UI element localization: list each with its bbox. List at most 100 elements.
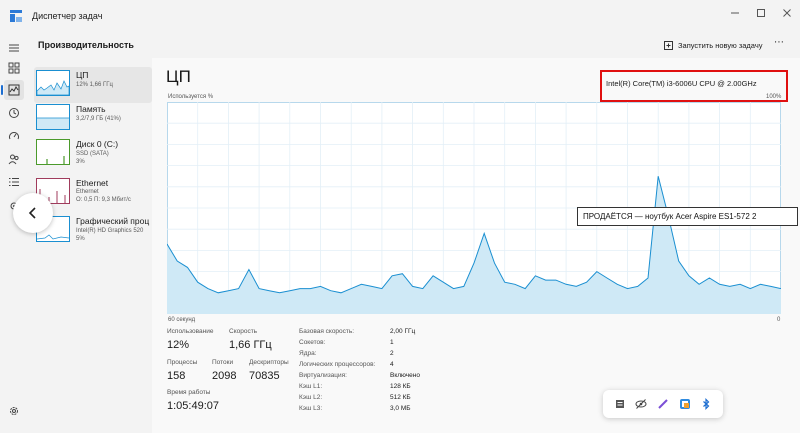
spec-key: Базовая скорость: xyxy=(299,328,355,335)
sidebar-item-detail: Ethernet xyxy=(76,189,99,195)
sidebar-item-detail: 12% 1,66 ГГц xyxy=(76,82,113,88)
sidebar-item-name: Графический проц xyxy=(76,216,150,226)
details-icon xyxy=(9,178,19,186)
spec-key: Виртуализация: xyxy=(299,372,347,379)
uptime-label: Время работы xyxy=(167,389,211,396)
spec-key: Логических процессоров: xyxy=(299,361,376,368)
window-controls xyxy=(722,0,800,32)
startup-icon xyxy=(9,132,19,140)
sidebar-item-detail: SSD (SATA) xyxy=(76,151,109,157)
nav-processes[interactable] xyxy=(4,58,24,78)
spec-key: Кэш L3: xyxy=(299,405,323,412)
sidebar-item-cpu[interactable]: ЦП 12% 1,66 ГГц xyxy=(34,67,152,103)
spec-value: 4 xyxy=(390,361,394,368)
cpu-detail-panel: ЦП Intel(R) Core(TM) i3-6006U CPU @ 2.00… xyxy=(152,58,800,433)
app-history-icon xyxy=(9,108,19,118)
previous-slide-button[interactable] xyxy=(13,193,53,233)
spec-value: 3,0 МБ xyxy=(390,405,411,412)
nav-settings[interactable] xyxy=(4,401,24,421)
snip-icon xyxy=(679,399,690,409)
speed-label: Скорость xyxy=(229,328,258,335)
sidebar-item-name: ЦП xyxy=(76,70,89,80)
hamburger-icon xyxy=(9,44,19,52)
threads-label: Потоки xyxy=(212,359,234,366)
spec-key: Ядра: xyxy=(299,350,317,357)
spec-value: 512 КБ xyxy=(390,394,411,401)
minimize-icon xyxy=(731,12,739,14)
performance-icon xyxy=(8,84,20,96)
close-button[interactable] xyxy=(774,0,800,26)
close-icon xyxy=(783,9,791,17)
title-bar: Диспетчер задач xyxy=(0,0,800,32)
handles-label: Дескрипторы xyxy=(249,359,289,366)
task-manager-app-icon xyxy=(10,10,22,22)
maximize-icon xyxy=(757,9,765,17)
window-title: Диспетчер задач xyxy=(32,11,103,21)
notes-button[interactable] xyxy=(613,397,627,411)
sidebar-item-detail-2: 3% xyxy=(76,159,85,165)
cpu-model-name: Intel(R) Core(TM) i3-6006U CPU @ 2.00GHz xyxy=(606,79,757,88)
run-new-task-button[interactable]: Запустить новую задачу xyxy=(664,38,762,52)
uptime-value: 1:05:49:07 xyxy=(167,400,219,412)
bluetooth-button[interactable] xyxy=(699,397,713,411)
nav-performance[interactable] xyxy=(1,80,24,100)
sidebar-item-detail-2: О: 0,5 П: 9,3 Мбит/с xyxy=(76,197,131,203)
nav-users[interactable] xyxy=(4,149,24,169)
processes-icon xyxy=(8,62,20,74)
nav-details[interactable] xyxy=(4,172,24,192)
notes-icon xyxy=(615,400,624,408)
cpu-thumbnail-graph xyxy=(37,80,69,95)
more-options-button[interactable]: ⋯ xyxy=(774,37,785,48)
snip-button[interactable] xyxy=(678,397,692,411)
sidebar-item-name: Память xyxy=(76,104,106,114)
performance-sidebar: ЦП 12% 1,66 ГГц Память 3,2/7,9 ГБ (41%) … xyxy=(28,58,152,433)
handles-value: 70835 xyxy=(249,370,280,382)
nav-menu-button[interactable] xyxy=(4,38,24,58)
sidebar-item-name: Ethernet xyxy=(76,178,109,188)
speed-value: 1,66 ГГц xyxy=(229,339,272,351)
spec-key: Сокетов: xyxy=(299,339,326,346)
graph-time-label: 60 секунд xyxy=(168,317,196,323)
spec-value: 128 КБ xyxy=(390,383,411,390)
spec-key: Кэш L2: xyxy=(299,394,323,401)
maximize-button[interactable] xyxy=(748,0,774,26)
memory-thumbnail-graph xyxy=(37,117,69,129)
threads-value: 2098 xyxy=(212,370,237,382)
spec-value: 1 xyxy=(390,339,394,346)
utilization-label: Использование xyxy=(167,328,214,335)
hide-button[interactable] xyxy=(634,397,648,411)
more-icon: ⋯ xyxy=(774,37,785,48)
utilization-value: 12% xyxy=(167,339,190,351)
new-task-icon xyxy=(664,40,673,50)
nav-app-history[interactable] xyxy=(4,103,24,123)
page-title: Производительность xyxy=(38,40,134,50)
sidebar-item-name: Диск 0 (C:) xyxy=(76,139,119,149)
page-header: Производительность Запустить новую задач… xyxy=(28,32,800,58)
disk-thumbnail-graph xyxy=(46,156,65,164)
spec-value: Включено xyxy=(390,372,420,379)
floating-toolbar xyxy=(603,390,723,418)
nav-rail xyxy=(0,32,28,433)
processes-label: Процессы xyxy=(167,359,198,366)
graph-max-label: 100% xyxy=(766,94,782,100)
pen-button[interactable] xyxy=(656,397,670,411)
sidebar-item-detail: Intel(R) HD Graphics 520 xyxy=(76,228,144,234)
memory-thumbnail xyxy=(36,104,70,130)
run-new-task-label: Запустить новую задачу xyxy=(678,40,763,50)
usage-percent-label: Используется % xyxy=(168,94,214,100)
sidebar-item-disk[interactable]: Диск 0 (C:) SSD (SATA) 3% xyxy=(34,136,152,172)
sidebar-item-memory[interactable]: Память 3,2/7,9 ГБ (41%) xyxy=(34,101,152,137)
chevron-left-icon xyxy=(28,207,36,219)
sidebar-item-detail: 3,2/7,9 ГБ (41%) xyxy=(76,116,121,122)
minimize-button[interactable] xyxy=(722,0,748,26)
spec-key: Кэш L1: xyxy=(299,383,323,390)
bluetooth-icon xyxy=(703,398,710,410)
cpu-title: ЦП xyxy=(166,67,191,86)
nav-startup[interactable] xyxy=(4,126,24,146)
spec-value: 2 xyxy=(390,350,394,357)
eye-off-icon xyxy=(635,399,647,409)
cpu-thumbnail xyxy=(36,70,70,96)
graph-zero-label: 0 xyxy=(777,317,781,323)
pen-icon xyxy=(658,399,668,409)
disk-thumbnail xyxy=(36,139,70,165)
